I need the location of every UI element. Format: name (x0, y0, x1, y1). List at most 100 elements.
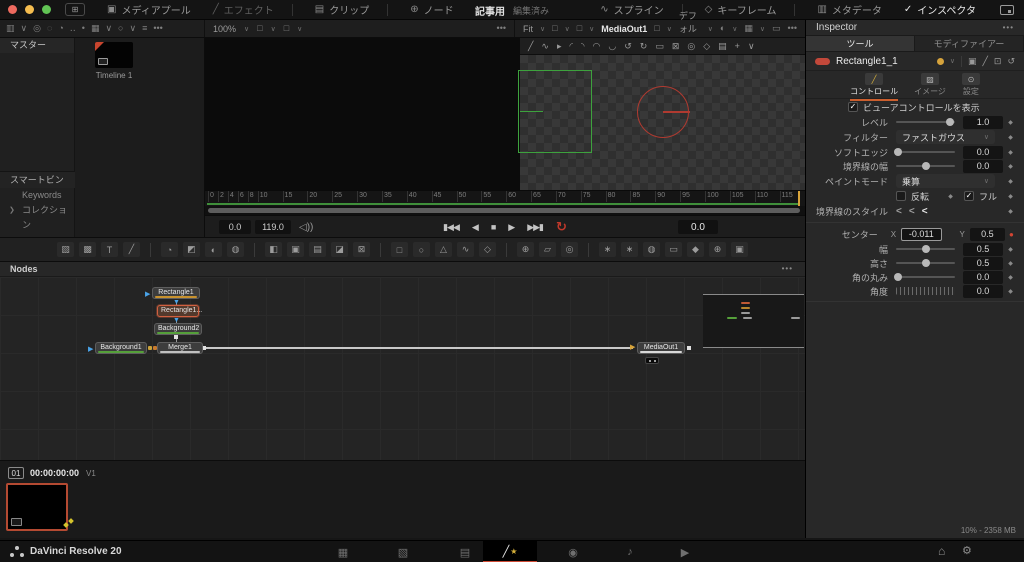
search-chevron-icon[interactable]: ∨ (129, 24, 136, 33)
shape-3d-tool-icon[interactable]: ◆ (687, 242, 704, 257)
publish-points-icon[interactable]: ◎ (687, 42, 695, 51)
connector-square[interactable] (174, 335, 178, 339)
zoom-window-button[interactable] (42, 5, 51, 14)
modify-none-icon[interactable]: ◝ (581, 42, 585, 51)
invert-shape-icon[interactable]: ↺ (624, 42, 632, 51)
angle-value[interactable]: 0.0 (963, 285, 1003, 298)
connector-square[interactable] (687, 346, 691, 350)
full-checkbox[interactable]: ✓ (964, 191, 974, 201)
border-style-smooth-icon[interactable]: < (909, 206, 915, 217)
keyframe-icon[interactable]: ◆ (1003, 208, 1018, 215)
fast-noise-tool-icon[interactable]: ▩ (79, 242, 96, 257)
magic-mask-tool-icon[interactable]: ◇ (479, 242, 496, 257)
level-value[interactable]: 1.0 (963, 116, 1003, 129)
grid-chevron-icon[interactable]: ∨ (105, 24, 112, 33)
keyframe-icon[interactable]: ◆ (1003, 163, 1018, 170)
search-icon[interactable]: ○ (118, 24, 123, 33)
frame-icon[interactable]: ▭ (772, 24, 781, 33)
center-y-field[interactable]: 0.5 (970, 228, 1005, 241)
minimize-window-button[interactable] (25, 5, 34, 14)
select-icon[interactable]: ▸ (557, 42, 562, 51)
nodes-panel-more-icon[interactable]: ••• (782, 264, 793, 273)
keyframe-icon[interactable]: ◆ (1003, 288, 1018, 295)
smart-bin-collections[interactable]: ❯コレクション (0, 203, 75, 218)
insert-modify-icon[interactable]: ◜ (570, 42, 574, 51)
node-graph-minimap[interactable] (703, 294, 804, 348)
play-button[interactable]: ▶ (508, 222, 514, 233)
inspector-more-icon[interactable]: ••• (1003, 23, 1014, 32)
subtab-controls[interactable]: ╱コントロール (850, 73, 898, 101)
keyframe-icon[interactable]: ◆ (1003, 149, 1018, 156)
ellipse-mask-tool-icon[interactable]: ○ (413, 242, 430, 257)
split-view-icon[interactable]: □ (552, 24, 557, 33)
onion-skin-icon[interactable]: ▤ (718, 42, 727, 51)
loop-button[interactable]: ↻ (556, 219, 567, 235)
horizontal-scrollbar[interactable] (208, 208, 800, 213)
current-clip-thumbnail[interactable] (6, 483, 68, 531)
channel-booleans-tool-icon[interactable]: ▤ (309, 242, 326, 257)
matte-control-tool-icon[interactable]: ▣ (287, 242, 304, 257)
effects-toggle[interactable]: ╱エフェクト (213, 2, 274, 17)
width-slider[interactable] (896, 248, 955, 250)
brightness-contrast-tool-icon[interactable]: ◐ (205, 242, 222, 257)
lock-icon[interactable]: ⊡ (994, 56, 1002, 67)
particle-render-tool-icon[interactable]: ◍ (643, 242, 660, 257)
subtab-settings[interactable]: ⊙設定 (962, 73, 980, 99)
blur-tool-icon[interactable]: ◍ (227, 242, 244, 257)
keyframe-active-icon[interactable]: ● (1005, 230, 1018, 239)
time-ruler[interactable]: 0246810152025303540455055606570758085909… (205, 190, 805, 206)
relink-icon[interactable]: ◎ (33, 24, 41, 33)
page-color-button[interactable]: ◉ (556, 541, 590, 562)
window-layout-dropdown[interactable]: ⊞ (65, 3, 85, 16)
background-tool-icon[interactable]: ▧ (57, 242, 74, 257)
more-icon[interactable]: ••• (153, 24, 162, 33)
image-plane-3d-tool-icon[interactable]: ▭ (665, 242, 682, 257)
keyframe-icon[interactable]: ◆ (1003, 119, 1018, 126)
linear-icon[interactable]: ◡ (608, 42, 616, 51)
page-media-button[interactable]: ▦ (326, 541, 360, 562)
viewer-area[interactable]: ╱∿▸◜◝◠◡↺↻▭⊠◎◇▤+∨ (205, 38, 805, 190)
smart-bin-keywords[interactable]: Keywords (0, 188, 75, 203)
node-connection-main[interactable] (205, 347, 633, 349)
left-viewer-zoom-dropdown[interactable]: 100% (213, 24, 236, 34)
project-settings-gear-icon[interactable]: ⚙ (962, 544, 972, 557)
follow-points-icon[interactable]: ◇ (703, 42, 710, 51)
delete-point-icon[interactable]: ⊠ (672, 42, 680, 51)
clips-toggle[interactable]: ▤クリップ (315, 2, 369, 17)
close-window-button[interactable] (8, 5, 17, 14)
particle-emitter-tool-icon[interactable]: ∗ (599, 242, 616, 257)
page-cut-button[interactable]: ▧ (386, 541, 420, 562)
node-rectangle1-1[interactable]: Rectangle1... (157, 305, 199, 317)
rectangle-mask-tool-icon[interactable]: □ (391, 242, 408, 257)
height-slider[interactable] (896, 262, 955, 264)
center-x-field[interactable]: -0.011 (901, 228, 941, 241)
height-value[interactable]: 0.5 (963, 257, 1003, 270)
connector-dot-yellow[interactable] (148, 346, 152, 350)
smooth-icon[interactable]: ◠ (593, 42, 601, 51)
text-tool-icon[interactable]: T (101, 242, 118, 257)
color-picker-icon[interactable]: ╱ (982, 56, 987, 67)
rotation-control-handle[interactable] (663, 111, 690, 113)
keyframe-icon[interactable]: ◆ (1003, 193, 1018, 200)
thumb-size-icon[interactable]: ‥ (70, 24, 76, 33)
keyframe-icon[interactable]: ◆ (1003, 260, 1018, 267)
bspline-mask-tool-icon[interactable]: ∿ (457, 242, 474, 257)
level-slider[interactable] (896, 121, 955, 123)
current-frame-field[interactable]: 0.0 (678, 220, 718, 234)
thumb-dot-icon[interactable]: • (82, 24, 85, 33)
panel-chevron-icon[interactable]: ∨ (21, 24, 28, 33)
polygon-mask-tool-icon[interactable]: △ (435, 242, 452, 257)
planar-tracker-tool-icon[interactable]: ▱ (539, 242, 556, 257)
node-color-dot[interactable] (937, 58, 944, 65)
camera-tracker-tool-icon[interactable]: ◎ (561, 242, 578, 257)
right-viewer-more-icon[interactable]: ••• (788, 24, 797, 33)
node-rectangle1[interactable]: Rectangle1 (152, 287, 200, 299)
node-background2[interactable]: Background2 (154, 323, 202, 335)
border-width-value[interactable]: 0.0 (963, 160, 1003, 173)
inspector-toggle[interactable]: ✓インスペクタ (904, 2, 976, 17)
click-append-icon[interactable]: ╱ (528, 42, 533, 51)
node-enable-toggle[interactable] (815, 58, 830, 65)
page-edit-button[interactable]: ▤ (448, 541, 482, 562)
corner-radius-value[interactable]: 0.0 (963, 271, 1003, 284)
spline-toggle[interactable]: ∿スプライン (600, 2, 663, 17)
